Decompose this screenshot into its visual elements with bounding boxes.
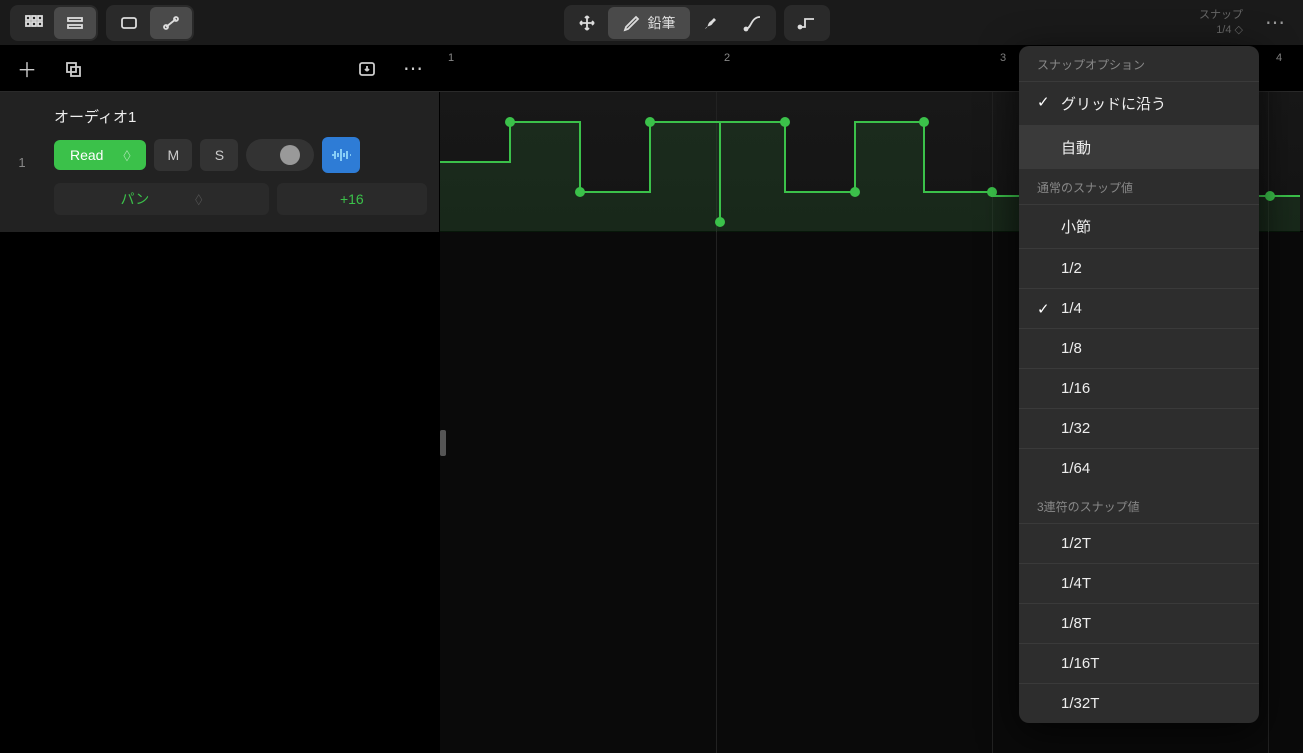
brush-icon [701, 13, 721, 33]
track-header: 1 オーディオ1 Read M S パン +16 [0, 92, 440, 232]
region-view-button[interactable] [108, 7, 150, 39]
snap-option-1-8[interactable]: 1/8 [1019, 328, 1259, 368]
snap-menu-header: 通常のスナップ値 [1019, 169, 1259, 204]
pointer-tool-group: 鉛筆 [564, 5, 776, 41]
view-mode-group [10, 5, 98, 41]
automation-value-display[interactable]: +16 [277, 183, 427, 215]
track-more-button[interactable]: ⋯ [394, 52, 432, 86]
pencil-tool-button[interactable]: 鉛筆 [608, 7, 690, 39]
step-icon [797, 13, 817, 33]
view-grid-button[interactable] [12, 7, 54, 39]
snap-value: 1/4 [1216, 24, 1231, 36]
automation-mode-button[interactable]: Read [54, 140, 146, 170]
brush-tool-button[interactable] [690, 7, 732, 39]
snap-menu-header: スナップオプション [1019, 46, 1259, 81]
snap-option-1-32[interactable]: 1/32 [1019, 408, 1259, 448]
snap-label: スナップ [1199, 8, 1243, 22]
ruler-mark: 1 [448, 52, 454, 64]
solo-button[interactable]: S [200, 139, 238, 171]
snap-option-auto[interactable]: 自動 [1019, 125, 1259, 169]
move-tool-button[interactable] [566, 7, 608, 39]
download-icon [357, 59, 377, 79]
snap-option-1-2t[interactable]: 1/2T [1019, 523, 1259, 563]
top-toolbar: 鉛筆 スナップ 1/4 ◇ ⋯ [0, 0, 1303, 46]
curve-icon [743, 13, 763, 33]
snap-option-1-4[interactable]: 1/4 [1019, 288, 1259, 328]
automation-view-button[interactable] [150, 7, 192, 39]
pan-slider[interactable] [246, 139, 314, 171]
ellipsis-icon: ⋯ [403, 56, 423, 81]
pencil-icon [622, 13, 642, 33]
snap-option-1-16t[interactable]: 1/16T [1019, 643, 1259, 683]
snap-menu-header: 3連符のスナップ値 [1019, 488, 1259, 523]
track-name-label[interactable]: オーディオ1 [54, 106, 427, 127]
snap-option-1-8t[interactable]: 1/8T [1019, 603, 1259, 643]
duplicate-track-button[interactable] [54, 52, 92, 86]
waveform-icon [330, 146, 352, 164]
ruler-mark: 4 [1276, 52, 1282, 64]
ruler-mark: 2 [724, 52, 730, 64]
playhead-marker[interactable] [440, 430, 446, 456]
snap-option-grid[interactable]: グリッドに沿う [1019, 81, 1259, 125]
track-number: 1 [0, 92, 44, 232]
snap-option-1-16[interactable]: 1/16 [1019, 368, 1259, 408]
display-mode-group [106, 5, 194, 41]
region-icon [119, 13, 139, 33]
automation-mode-label: Read [70, 147, 103, 163]
snap-indicator[interactable]: スナップ 1/4 ◇ [1199, 8, 1243, 37]
list-icon [65, 13, 85, 33]
add-track-button[interactable]: ＋ [8, 52, 46, 86]
snap-option-1-2[interactable]: 1/2 [1019, 248, 1259, 288]
automation-icon [161, 13, 181, 33]
snap-menu-popover: スナップオプション グリッドに沿う 自動 通常のスナップ値 小節 1/2 1/4… [1019, 46, 1259, 723]
automation-param-select[interactable]: パン [54, 183, 269, 215]
snap-option-1-4t[interactable]: 1/4T [1019, 563, 1259, 603]
move-icon [577, 13, 597, 33]
snap-option-1-32t[interactable]: 1/32T [1019, 683, 1259, 723]
import-button[interactable] [348, 52, 386, 86]
pencil-label: 鉛筆 [648, 13, 676, 33]
line-tool-group [784, 5, 830, 41]
grid-icon [23, 13, 43, 33]
ellipsis-icon: ⋯ [1265, 12, 1285, 34]
snap-option-bar[interactable]: 小節 [1019, 204, 1259, 248]
view-list-button[interactable] [54, 7, 96, 39]
param-name-label: パン [121, 189, 150, 209]
plus-icon: ＋ [17, 54, 37, 83]
toolbar-more-button[interactable]: ⋯ [1257, 6, 1293, 39]
track-icon-button[interactable] [322, 137, 360, 173]
curve-tool-button[interactable] [732, 7, 774, 39]
snap-option-1-64[interactable]: 1/64 [1019, 448, 1259, 488]
mute-button[interactable]: M [154, 139, 192, 171]
line-tool-button[interactable] [786, 7, 828, 39]
duplicate-icon [63, 59, 83, 79]
track-header-tools: ＋ ⋯ [0, 46, 440, 91]
ruler-mark: 3 [1000, 52, 1006, 64]
